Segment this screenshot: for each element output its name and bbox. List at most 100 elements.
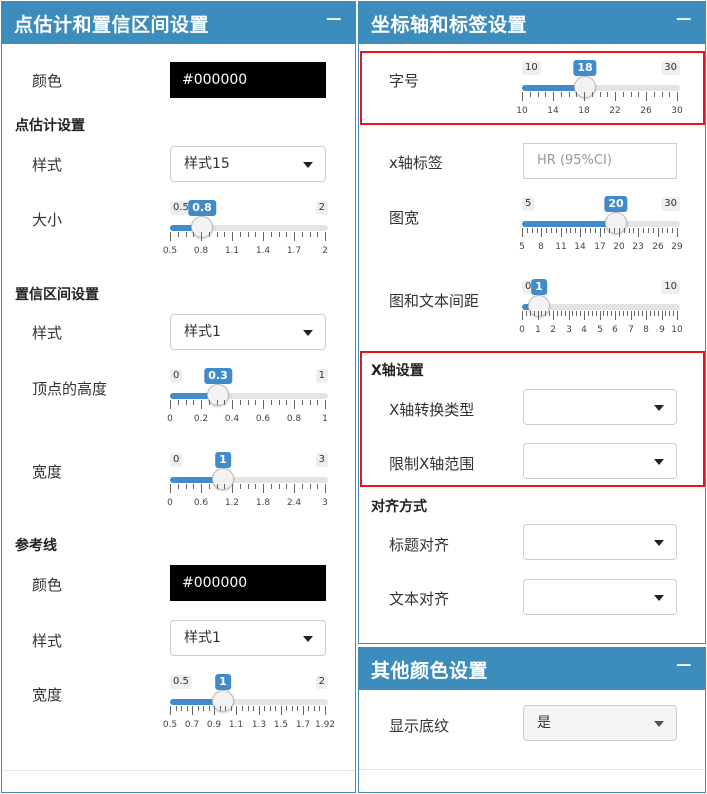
title-align-select[interactable] xyxy=(523,524,677,560)
slider-min-label: 0 xyxy=(170,369,183,383)
fig-width-slider[interactable]: 5 30 20 5 8 11 14 17 20 23 26 29 xyxy=(519,196,683,263)
slider-tick xyxy=(576,311,577,316)
gap-slider[interactable]: 0 10 1 0 1 2 3 4 5 6 7 8 9 10 xyxy=(519,279,683,346)
slider-tick xyxy=(658,228,659,237)
other-panel-title: 其他颜色设置 xyxy=(371,660,489,682)
slider-tick xyxy=(232,400,233,409)
slider-tick-label: 5 xyxy=(597,325,603,335)
slider-tick xyxy=(255,232,256,237)
ci-height-label: 顶点的高度 xyxy=(32,380,108,398)
slider-value-label: 0.8 xyxy=(188,200,216,216)
ci-width-label: 宽度 xyxy=(32,463,63,481)
slider-tick-label: 6 xyxy=(612,325,618,335)
point-size-slider[interactable]: 0.5 2 0.8 0.5 0.8 1.1 1.4 1.7 2 xyxy=(163,200,328,267)
slider-tick xyxy=(662,311,663,320)
slider-tick xyxy=(317,484,318,489)
slider-tick-label: 1.7 xyxy=(295,720,311,730)
slider-tick xyxy=(279,400,280,405)
slider-tick xyxy=(551,228,552,233)
text-align-select[interactable] xyxy=(523,579,677,615)
slider-tick xyxy=(575,228,576,233)
slider-tick xyxy=(614,228,615,233)
slider-value-label: 1 xyxy=(215,452,231,468)
ref-width-slider[interactable]: 0.5 2 1 0.5 0.7 0.9 1.1 1.3 1.5 1.7 1.92 xyxy=(163,674,335,741)
slider-tick-label: 0.6 xyxy=(193,498,209,508)
slider-tick xyxy=(317,400,318,405)
slider-tick xyxy=(170,484,171,493)
slider-tick xyxy=(310,484,311,489)
slider-tick-label: 0 xyxy=(519,325,525,335)
slider-tick xyxy=(203,706,204,711)
slider-tick xyxy=(526,311,527,316)
align-section-title: 对齐方式 xyxy=(371,499,427,515)
slider-tick xyxy=(653,228,654,233)
slider-tick xyxy=(224,484,225,489)
slider-tick xyxy=(604,228,605,233)
slider-min-label: 5 xyxy=(522,197,535,211)
slider-tick xyxy=(646,311,647,320)
slider-ticks xyxy=(170,484,328,496)
slider-tick xyxy=(178,400,179,405)
slider-tick xyxy=(297,706,298,711)
ci-height-slider[interactable]: 0 1 0.3 0 0.2 0.4 0.6 0.8 1 xyxy=(167,368,328,435)
ci-style-select[interactable]: 样式1 xyxy=(170,314,326,350)
slider-tick xyxy=(170,232,171,241)
ref-style-select[interactable]: 样式1 xyxy=(170,620,326,656)
point-style-label: 样式 xyxy=(32,156,63,174)
slider-tick xyxy=(648,228,649,233)
slider-tick xyxy=(201,400,202,409)
slider-tick xyxy=(569,311,570,320)
slider-tick-label: 1.1 xyxy=(224,246,240,256)
ref-color-label: 颜色 xyxy=(32,576,63,594)
slider-tick xyxy=(615,311,616,320)
slider-tick xyxy=(181,706,182,711)
left-panel-title: 点估计和置信区间设置 xyxy=(14,14,210,36)
slider-tick xyxy=(527,228,528,233)
slider-tick xyxy=(255,484,256,489)
right-collapse-button[interactable]: − xyxy=(675,8,693,32)
left-collapse-button[interactable]: − xyxy=(325,8,343,32)
ci-color-input[interactable]: #000000 xyxy=(170,62,326,98)
slider-tick xyxy=(286,484,287,489)
slider-tick-label: 2 xyxy=(322,246,328,256)
slider-tick-label: 1.3 xyxy=(251,720,267,730)
slider-tick xyxy=(279,484,280,489)
highlight-xaxis-settings xyxy=(360,351,705,487)
slider-tick xyxy=(603,311,604,316)
slider-tick xyxy=(627,311,628,316)
slider-fill xyxy=(522,221,615,227)
slider-tick xyxy=(325,400,326,409)
title-align-label: 标题对齐 xyxy=(389,536,450,554)
slider-max-label: 30 xyxy=(661,197,680,211)
slider-tick xyxy=(209,484,210,489)
point-style-select[interactable]: 样式15 xyxy=(170,146,326,182)
slider-tick xyxy=(248,400,249,405)
ci-section-title: 置信区间设置 xyxy=(15,287,99,303)
xlabel-input[interactable]: HR (95%CI) xyxy=(523,143,677,179)
slider-tick xyxy=(611,311,612,316)
slider-tick xyxy=(264,706,265,711)
slider-value-label: 1 xyxy=(215,674,231,690)
slider-tick xyxy=(292,706,293,711)
slider-tick-label: 17 xyxy=(594,242,606,252)
slider-tick xyxy=(522,311,523,320)
ci-style-label: 样式 xyxy=(32,324,63,342)
ci-width-slider[interactable]: 0 3 1 0 0.6 1.2 1.8 2.4 3 xyxy=(167,452,328,519)
slider-tick xyxy=(557,311,558,316)
slider-tick-label: 0.9 xyxy=(206,720,222,730)
slider-tick-label: 2.4 xyxy=(286,498,302,508)
slider-tick xyxy=(209,400,210,405)
slider-tick xyxy=(186,484,187,489)
other-collapse-button[interactable]: − xyxy=(675,654,693,678)
slider-ticks xyxy=(170,400,328,412)
highlight-font-size xyxy=(360,51,705,125)
slider-tick xyxy=(192,706,193,715)
slider-tick-label: 1.1 xyxy=(228,720,244,730)
xlabel-label: x轴标签 xyxy=(389,154,443,172)
slider-tick xyxy=(310,232,311,237)
shade-select[interactable]: 是 xyxy=(523,705,677,741)
ref-color-input[interactable]: #000000 xyxy=(170,565,326,601)
slider-tick-label: 1 xyxy=(322,414,328,424)
slider-tick xyxy=(231,706,232,711)
slider-tick xyxy=(240,484,241,489)
